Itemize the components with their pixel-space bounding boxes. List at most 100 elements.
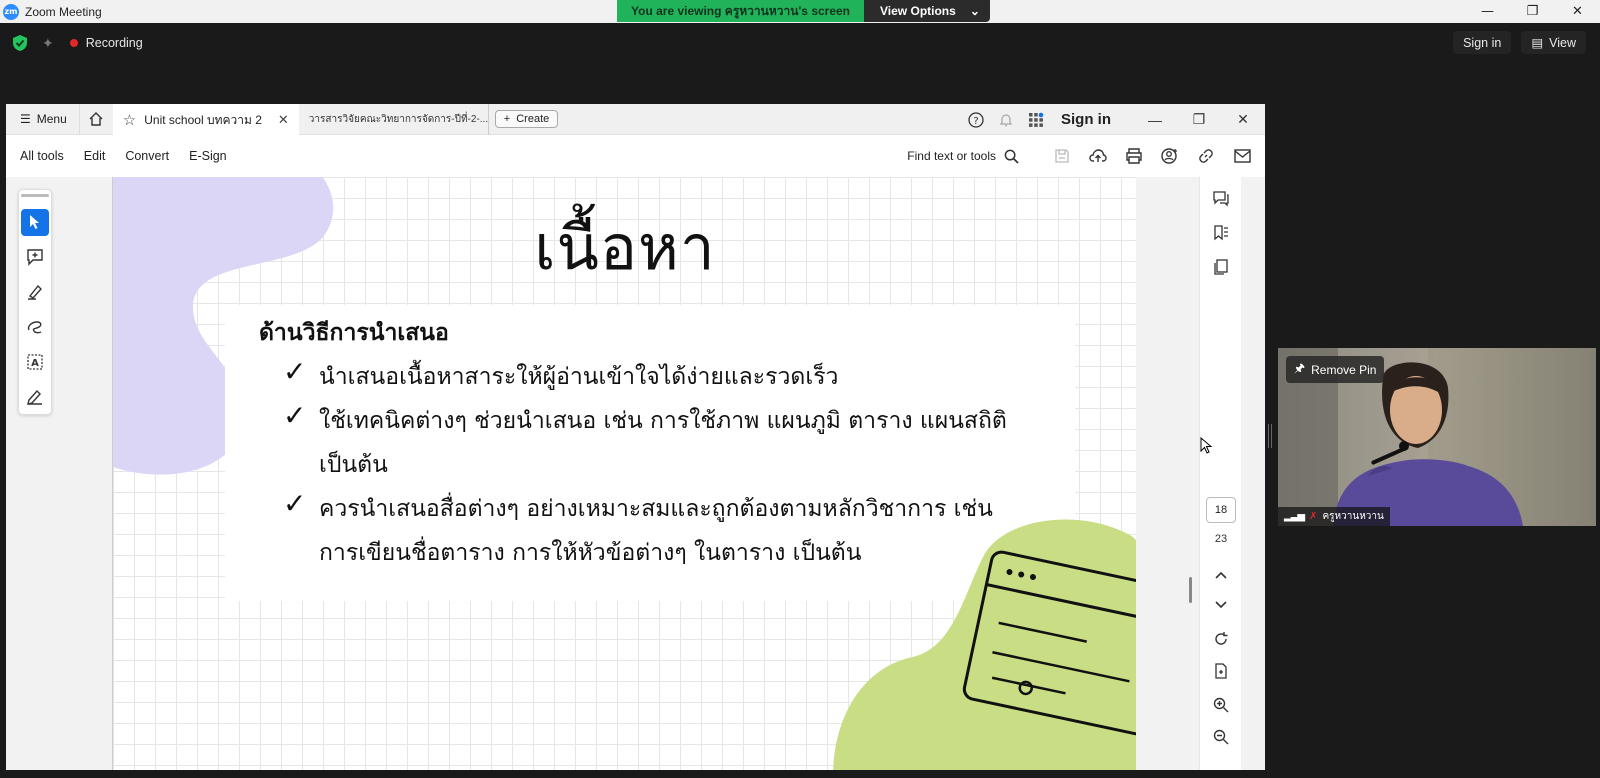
svg-text:?: ? bbox=[973, 116, 978, 127]
sign-tool-button[interactable] bbox=[21, 383, 49, 410]
menu-all-tools[interactable]: All tools bbox=[20, 149, 64, 163]
text-box-icon: A bbox=[27, 354, 43, 370]
acrobat-sign-in-button[interactable]: Sign in bbox=[1061, 111, 1111, 128]
highlight-tool-button[interactable] bbox=[21, 279, 49, 306]
mic-muted-icon: ✗ bbox=[1309, 511, 1318, 522]
remove-pin-label: Remove Pin bbox=[1311, 362, 1377, 377]
mouse-cursor-icon bbox=[1200, 437, 1212, 454]
svg-text:A: A bbox=[31, 358, 39, 369]
create-button[interactable]: + Create bbox=[494, 110, 559, 128]
document-viewport: เนื้อหา ด้านวิธีการนำเสนอ ✓ นำเสนอเนื้อห… bbox=[6, 177, 1265, 770]
recording-label[interactable]: Recording bbox=[86, 36, 143, 50]
window-controls: — ❐ ✕ bbox=[1465, 0, 1600, 23]
current-page-input[interactable]: 18 bbox=[1206, 497, 1236, 523]
bullet-2-line-1: ใช้เทคนิคต่างๆ ช่วยนำเสนอ เช่น การใช้ภาพ… bbox=[319, 408, 1007, 434]
draw-tool-button[interactable] bbox=[21, 313, 49, 340]
bullet-1-line-1: นำเสนอเนื้อหาสาระให้ผู้อ่านเข้าใจได้ง่าย… bbox=[319, 364, 839, 390]
upload-cloud-icon[interactable] bbox=[1087, 145, 1109, 167]
menu-convert[interactable]: Convert bbox=[125, 149, 169, 163]
view-layout-icon: ▤ bbox=[1531, 36, 1544, 50]
comment-tool-button[interactable] bbox=[21, 244, 49, 271]
pdf-page: เนื้อหา ด้านวิธีการนำเสนอ ✓ นำเสนอเนื้อห… bbox=[112, 177, 1136, 770]
search-icon bbox=[1004, 149, 1019, 164]
meeting-info-bar: ✦ Recording Sign in ▤ View bbox=[0, 23, 1600, 63]
menu-button[interactable]: ☰ Menu bbox=[6, 104, 79, 135]
close-icon[interactable]: ✕ bbox=[1555, 0, 1600, 23]
bullet-2-line-2: เป็นต้น bbox=[319, 452, 388, 478]
home-icon bbox=[89, 112, 103, 126]
link-icon[interactable] bbox=[1195, 145, 1217, 167]
check-icon: ✓ bbox=[283, 355, 307, 388]
tabbar-right-controls: ? Sign in — ❐ ✕ bbox=[961, 104, 1265, 135]
bookmarks-panel-icon[interactable] bbox=[1209, 221, 1233, 245]
close-tab-icon[interactable]: ✕ bbox=[278, 112, 289, 128]
view-label: View bbox=[1549, 35, 1576, 50]
viewing-banner-text: You are viewing ครูหวานหวาน's screen bbox=[617, 0, 865, 22]
print-icon[interactable] bbox=[1123, 145, 1145, 167]
tab-second-document[interactable]: วารสารวิจัยคณะวิทยาการจัดการ-ปีที่-2-... bbox=[299, 104, 489, 135]
previous-page-icon[interactable] bbox=[1209, 563, 1233, 587]
vertical-scrollbar-thumb[interactable] bbox=[1189, 577, 1192, 603]
rotate-icon[interactable] bbox=[1209, 627, 1233, 651]
share-user-icon[interactable] bbox=[1159, 145, 1181, 167]
bell-icon[interactable] bbox=[991, 112, 1021, 128]
hamburger-icon: ☰ bbox=[20, 112, 31, 126]
acrobat-minimize-icon[interactable]: — bbox=[1133, 112, 1177, 128]
zoom-sign-in-button[interactable]: Sign in bbox=[1453, 31, 1512, 54]
remove-pin-button[interactable]: 🖈 Remove Pin bbox=[1286, 356, 1385, 383]
panel-grip-handle[interactable] bbox=[21, 194, 49, 197]
tab-active-document[interactable]: ☆ Unit school บทความ 2 ✕ bbox=[112, 104, 299, 135]
apps-grid-icon[interactable] bbox=[1021, 112, 1051, 128]
next-page-icon[interactable] bbox=[1209, 593, 1233, 617]
acrobat-restore-icon[interactable]: ❐ bbox=[1177, 111, 1221, 128]
star-icon[interactable]: ☆ bbox=[123, 111, 136, 129]
page-export-icon[interactable] bbox=[1209, 659, 1233, 683]
help-icon[interactable]: ? bbox=[961, 111, 991, 128]
participant-name: ครูหวานหวาน bbox=[1322, 511, 1384, 522]
active-tab-label: Unit school บทความ 2 bbox=[144, 112, 262, 127]
find-tools-search[interactable]: Find text or tools bbox=[907, 149, 1019, 164]
acrobat-toolbar: All tools Edit Convert E-Sign Find text … bbox=[6, 135, 1265, 177]
check-icon: ✓ bbox=[283, 399, 307, 432]
text-box-tool-button[interactable]: A bbox=[21, 348, 49, 375]
split-divider-handle[interactable] bbox=[1268, 424, 1272, 448]
participant-name-tag: ▂▃▅ ✗ ครูหวานหวาน bbox=[1278, 507, 1390, 526]
screen-share-banner: You are viewing ครูหวานหวาน's screen Vie… bbox=[617, 0, 990, 22]
recording-dot-icon bbox=[69, 39, 78, 47]
zoom-in-icon[interactable] bbox=[1209, 693, 1233, 717]
create-label: Create bbox=[516, 113, 550, 125]
acrobat-tab-bar: ☰ Menu ☆ Unit school บทความ 2 ✕ วารสารวิ… bbox=[6, 104, 1265, 135]
menu-label: Menu bbox=[36, 112, 67, 126]
signal-strength-icon: ▂▃▅ bbox=[1284, 511, 1305, 522]
save-icon[interactable] bbox=[1051, 145, 1073, 167]
inactive-tab-label: วารสารวิจัยคณะวิทยาการจัดการ-ปีที่-2-... bbox=[308, 113, 489, 125]
participant-video-tile[interactable]: 🖈 Remove Pin ▂▃▅ ✗ ครูหวานหวาน bbox=[1278, 348, 1596, 526]
total-pages: 23 bbox=[1214, 533, 1228, 545]
slide-title: เนื้อหา bbox=[534, 211, 716, 284]
menu-edit[interactable]: Edit bbox=[84, 149, 106, 163]
menu-e-sign[interactable]: E-Sign bbox=[189, 149, 227, 163]
pages-panel-icon[interactable] bbox=[1209, 255, 1233, 279]
email-icon[interactable] bbox=[1231, 145, 1253, 167]
highlighter-icon bbox=[28, 284, 42, 300]
bullet-3-line-1: ควรนำเสนอสื่อต่างๆ อย่างเหมาะสมและถูกต้อ… bbox=[319, 496, 993, 522]
restore-icon[interactable]: ❐ bbox=[1510, 0, 1555, 23]
view-options-button[interactable]: View Options ⌄ bbox=[864, 0, 990, 22]
check-icon: ✓ bbox=[283, 487, 307, 520]
comments-panel-icon[interactable] bbox=[1209, 187, 1233, 211]
acrobat-close-icon[interactable]: ✕ bbox=[1221, 111, 1265, 128]
toolbar-right-actions: Find text or tools bbox=[907, 135, 1253, 177]
ai-companion-icon[interactable]: ✦ bbox=[42, 35, 54, 52]
view-button[interactable]: ▤ View bbox=[1521, 31, 1586, 54]
bullet-3-line-2: การเขียนชื่อตาราง การให้หัวข้อต่างๆ ในตา… bbox=[319, 540, 862, 566]
plus-icon: + bbox=[503, 113, 511, 125]
minimize-icon[interactable]: — bbox=[1465, 0, 1510, 23]
zoom-out-icon[interactable] bbox=[1209, 725, 1233, 749]
right-side-rail: 18 23 bbox=[1199, 177, 1241, 770]
pen-sign-icon bbox=[27, 389, 42, 405]
home-button[interactable] bbox=[78, 104, 113, 135]
app-title: Zoom Meeting bbox=[25, 4, 102, 19]
shield-icon[interactable] bbox=[12, 34, 28, 52]
select-tool-button[interactable] bbox=[21, 208, 49, 236]
chevron-down-icon: ⌄ bbox=[969, 4, 980, 18]
